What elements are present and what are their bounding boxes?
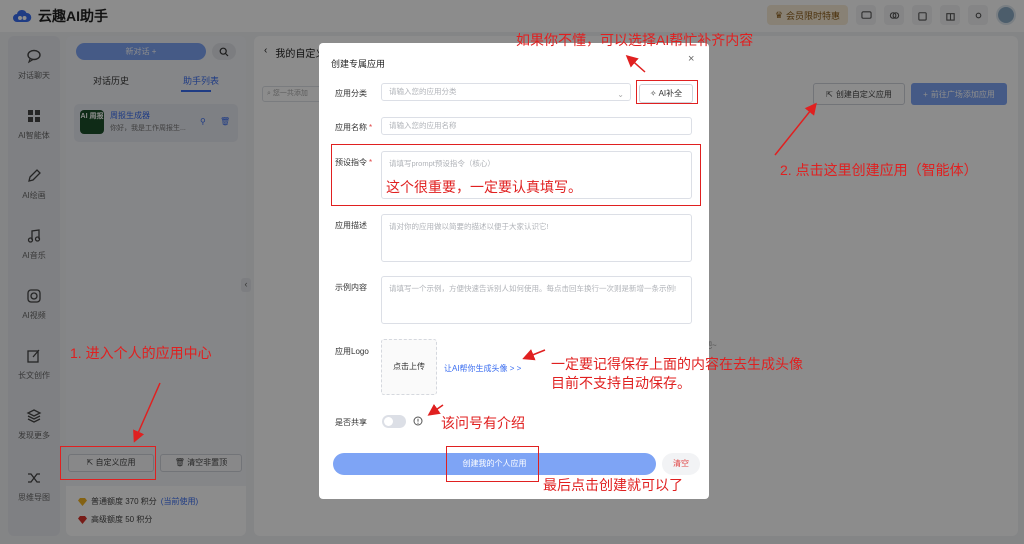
annotation-box-submit [446, 446, 539, 482]
annotation-box-custom-app [60, 446, 156, 480]
annotation-save-first-1: 一定要记得保存上面的内容在去生成头像 [551, 356, 803, 372]
annotation-important: 这个很重要，一定要认真填写。 [386, 179, 582, 195]
annotation-step2: 2. 点击这里创建应用（智能体） [780, 162, 978, 178]
annotation-help-note: 该问号有介绍 [441, 415, 525, 431]
annotation-ai-help: 如果你不懂，可以选择AI帮忙补齐内容 [516, 32, 754, 48]
annotation-step1: 1. 进入个人的应用中心 [70, 345, 212, 361]
annotation-box-ai-complete [636, 80, 698, 104]
annotation-save-first-2: 目前不支持自动保存。 [551, 375, 691, 391]
annotation-final: 最后点击创建就可以了 [543, 477, 683, 493]
